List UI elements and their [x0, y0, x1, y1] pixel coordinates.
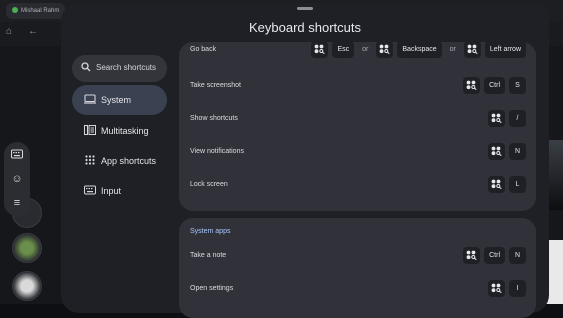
laptop-icon — [84, 94, 96, 106]
search-shortcuts[interactable]: Search shortcuts — [72, 55, 167, 82]
sidebar-item-multitasking[interactable]: Multitasking — [72, 116, 167, 146]
sidebar-item-label: Input — [101, 186, 122, 196]
keyboard-icon — [84, 185, 96, 197]
shortcut-row[interactable]: Lock screen L — [179, 172, 536, 200]
side-avatar[interactable] — [12, 233, 42, 263]
shortcut-row[interactable]: Show shortcuts / — [179, 106, 536, 134]
system-apps-card: System apps Take a note Ctrl N Open setting… — [179, 218, 536, 318]
key-cap: Esc — [332, 42, 355, 58]
shortcut-name: Show shortcuts — [190, 115, 238, 122]
floating-menu: ☺ ≡ — [4, 142, 30, 216]
shortcut-row[interactable]: Go back Esc or Backspace or Left arrow — [179, 42, 536, 65]
section-title: System apps — [190, 228, 231, 235]
launcher-key-icon — [463, 42, 481, 58]
key-cap: Left arrow — [484, 42, 526, 58]
shortcut-row[interactable]: View notifications N — [179, 139, 536, 167]
multitasking-icon — [84, 125, 96, 137]
apps-grid-icon — [84, 155, 96, 167]
shortcut-name: View notifications — [190, 148, 244, 155]
key-cap: I — [509, 280, 526, 297]
sidebar-item-label: System — [101, 95, 132, 105]
launcher-key-icon — [488, 110, 505, 127]
shortcut-row[interactable]: Take a note Ctrl N — [179, 243, 536, 271]
sidebar-item-label: Multitasking — [101, 126, 149, 136]
launcher-key-icon — [463, 247, 481, 264]
shortcut-keys: L — [488, 175, 526, 194]
key-cap: L — [509, 176, 526, 193]
key-cap: Ctrl — [484, 247, 505, 264]
home-icon[interactable]: ⌂ — [6, 26, 12, 37]
system-shortcuts-card: Go back Esc or Backspace or Left arrow Take sc… — [179, 42, 536, 211]
launcher-key-icon — [488, 176, 505, 193]
shortcut-name: Go back — [190, 46, 217, 53]
launcher-key-icon — [376, 42, 394, 58]
shortcut-keys: Ctrl S — [463, 76, 526, 95]
shortcut-name: Take a note — [190, 252, 227, 259]
emoji-icon[interactable]: ☺ — [11, 173, 23, 185]
drag-handle[interactable] — [297, 7, 313, 10]
key-cap: S — [509, 77, 526, 94]
side-avatar[interactable] — [12, 271, 42, 301]
key-cap: Backspace — [397, 42, 442, 58]
menu-icon[interactable]: ≡ — [11, 197, 23, 209]
back-arrow-icon[interactable]: ← — [28, 26, 38, 37]
sidebar-item-system[interactable]: System — [72, 85, 167, 115]
or-separator: or — [362, 46, 369, 53]
browser-tab[interactable]: Mishaal Rahm — [6, 3, 66, 19]
shortcut-row[interactable]: Take screenshot Ctrl S — [179, 73, 536, 101]
shortcut-keys: Esc or Backspace or Left arrow — [311, 42, 526, 59]
shortcut-keys: / — [488, 109, 526, 128]
launcher-key-icon — [311, 42, 329, 58]
shortcut-name: Open settings — [190, 285, 234, 292]
sidebar-item-app-shortcuts[interactable]: App shortcuts — [72, 146, 167, 176]
sidebar-item-label: App shortcuts — [101, 156, 157, 166]
search-label: Search shortcuts — [96, 63, 157, 72]
launcher-key-icon — [488, 143, 505, 160]
shortcut-name: Take screenshot — [190, 82, 241, 89]
dialog-title: Keyboard shortcuts — [248, 20, 361, 35]
key-cap: Ctrl — [484, 77, 505, 94]
keyboard-icon[interactable] — [11, 149, 23, 161]
key-cap: N — [509, 247, 526, 264]
shortcut-keys: I — [488, 279, 526, 298]
sidebar-item-input[interactable]: Input — [72, 176, 167, 206]
key-cap: N — [509, 143, 526, 160]
shortcut-row[interactable]: Open settings I — [179, 276, 536, 304]
shortcut-name: Lock screen — [190, 181, 228, 188]
shortcut-keys: Ctrl N — [463, 246, 526, 265]
shortcut-keys: N — [488, 142, 526, 161]
favicon-icon — [12, 7, 18, 14]
key-cap: / — [509, 110, 526, 127]
launcher-key-icon — [463, 77, 481, 94]
launcher-key-icon — [488, 280, 505, 297]
browser-tab-title: Mishaal Rahm — [21, 8, 60, 14]
search-icon — [81, 62, 91, 75]
or-separator: or — [449, 46, 456, 53]
